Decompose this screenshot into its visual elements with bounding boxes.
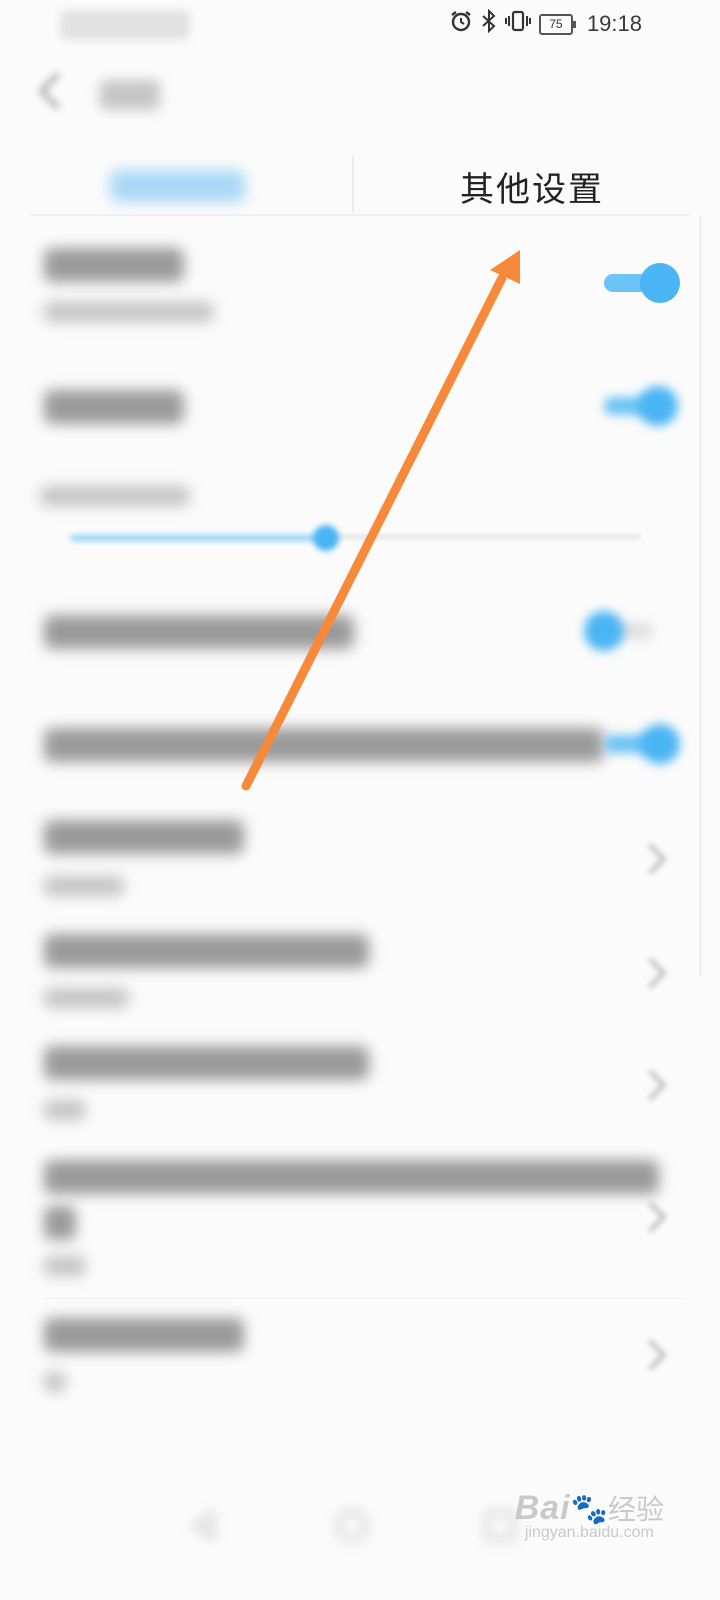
- watermark-logo-suffix: 经验: [607, 1494, 664, 1525]
- paw-icon: 🐾: [570, 1493, 608, 1526]
- watermark-url: jingyan.baidu.com: [524, 1524, 654, 1541]
- baidu-jingyan-watermark: Bai🐾经验 jingyan.baidu.com: [515, 1488, 664, 1542]
- watermark-logo: Bai: [514, 1489, 571, 1527]
- annotation-arrow: [241, 250, 520, 791]
